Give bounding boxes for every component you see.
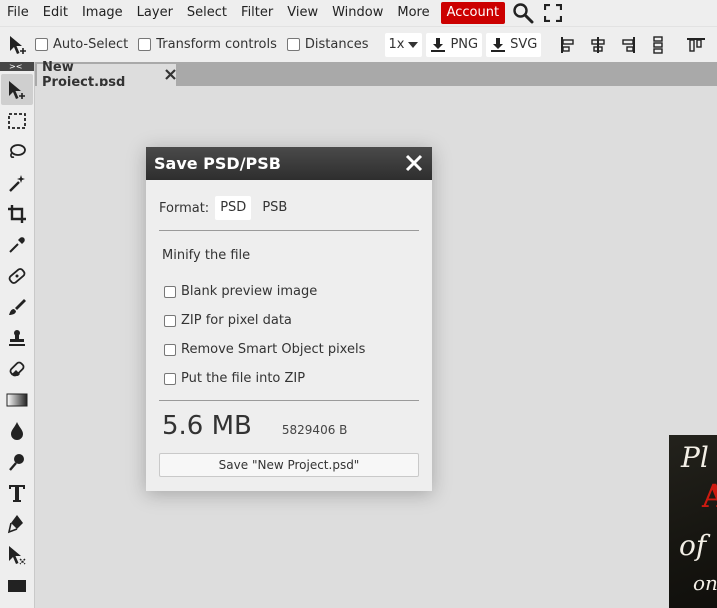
align-buttons (555, 33, 713, 57)
transform-controls-option[interactable]: Transform controls (138, 37, 277, 52)
remove-smart-object-checkbox[interactable] (164, 343, 176, 356)
option-zip-pixel-data[interactable]: ZIP for pixel data (164, 306, 419, 335)
export-png-button[interactable]: PNG (426, 32, 483, 57)
art-text-line1: Pl (681, 441, 709, 474)
menu-filter[interactable]: Filter (234, 0, 280, 26)
menu-view[interactable]: View (280, 0, 325, 26)
auto-select-option[interactable]: Auto-Select (35, 37, 128, 52)
auto-select-label: Auto-Select (53, 37, 129, 52)
put-into-zip-checkbox[interactable] (164, 372, 176, 385)
text-icon[interactable] (1, 477, 33, 508)
minify-options: Blank preview image ZIP for pixel data R… (159, 277, 419, 393)
align-center-icon[interactable] (585, 33, 611, 57)
file-size-bytes: 5829406 B (281, 423, 348, 437)
distances-label: Distances (304, 37, 369, 52)
menu-edit[interactable]: Edit (36, 0, 75, 26)
zoom-select[interactable]: 1x (384, 32, 423, 57)
chevron-down-icon (408, 41, 419, 48)
blur-drop-icon[interactable] (1, 415, 33, 446)
move-arrow-icon (10, 35, 26, 54)
svg-label: SVG (510, 37, 538, 52)
healing-icon[interactable] (1, 260, 33, 291)
auto-select-checkbox[interactable] (35, 38, 48, 51)
png-label: PNG (450, 37, 479, 52)
download-icon (431, 37, 446, 52)
put-into-zip-label: Put the file into ZIP (181, 371, 306, 386)
align-right-icon[interactable] (615, 33, 641, 57)
gradient-icon[interactable] (1, 384, 33, 415)
options-bar: Auto-Select Transform controls Distances… (0, 26, 717, 62)
menu-image[interactable]: Image (75, 0, 130, 26)
menu-window[interactable]: Window (325, 0, 390, 26)
menu-more[interactable]: More (390, 0, 436, 26)
format-row: Format: PSD PSB (159, 196, 419, 220)
dialog-title-bar[interactable]: Save PSD/PSB (146, 147, 432, 180)
document-tab-bar: New Project.psd (35, 60, 717, 90)
menu-file[interactable]: File (0, 0, 36, 26)
format-option-psb[interactable]: PSB (257, 196, 292, 220)
shape-icon[interactable] (1, 570, 33, 601)
option-blank-preview[interactable]: Blank preview image (164, 277, 419, 306)
format-option-psd[interactable]: PSD (215, 196, 252, 220)
fullscreen-icon[interactable] (541, 1, 565, 25)
canvas-artwork: Pl A of on (669, 435, 717, 608)
close-tab-icon[interactable] (165, 66, 176, 84)
divider (159, 400, 419, 401)
option-put-into-zip[interactable]: Put the file into ZIP (164, 364, 419, 393)
distances-option[interactable]: Distances (286, 37, 369, 52)
menu-layer[interactable]: Layer (130, 0, 180, 26)
eraser-icon[interactable] (1, 353, 33, 384)
close-dialog-icon[interactable] (402, 151, 426, 175)
art-text-line4: on (693, 571, 717, 595)
menu-select[interactable]: Select (180, 0, 234, 26)
transform-controls-checkbox[interactable] (138, 38, 152, 51)
search-icon[interactable] (511, 1, 535, 25)
magic-wand-icon[interactable] (1, 167, 33, 198)
crop-icon[interactable] (1, 198, 33, 229)
dialog-title: Save PSD/PSB (154, 154, 281, 173)
transform-controls-label: Transform controls (156, 37, 277, 52)
file-size-human: 5.6 MB (162, 411, 252, 441)
account-button[interactable]: Account (440, 2, 506, 24)
minify-label: Minify the file (162, 248, 251, 263)
save-psd-dialog: Save PSD/PSB Format: PSD PSB Minify the … (146, 147, 432, 491)
blank-preview-label: Blank preview image (181, 284, 318, 299)
distribute-icon[interactable] (645, 33, 671, 57)
lasso-icon[interactable] (1, 136, 33, 167)
eyedropper-icon[interactable] (1, 229, 33, 260)
move-tool-indicator (7, 34, 29, 56)
move-tool-icon[interactable] (1, 74, 33, 105)
zoom-value: 1x (388, 37, 405, 52)
distances-checkbox[interactable] (286, 38, 300, 51)
save-file-button[interactable]: Save "New Project.psd" (159, 453, 419, 477)
option-remove-smart-object[interactable]: Remove Smart Object pixels (164, 335, 419, 364)
format-label: Format: (159, 200, 210, 216)
document-tab[interactable]: New Project.psd (37, 60, 176, 90)
art-text-line2: A (702, 477, 717, 515)
zip-pixel-data-checkbox[interactable] (164, 314, 176, 327)
download-icon (491, 37, 506, 52)
marquee-icon[interactable] (1, 105, 33, 136)
align-left-icon[interactable] (555, 33, 581, 57)
stamp-icon[interactable] (1, 322, 33, 353)
pen-icon[interactable] (1, 508, 33, 539)
path-select-icon[interactable] (1, 539, 33, 570)
tools-panel: >< (0, 62, 35, 608)
menu-bar: File Edit Image Layer Select Filter View… (0, 0, 717, 26)
dialog-body: Format: PSD PSB Minify the file Blank pr… (146, 196, 432, 477)
zip-pixel-data-label: ZIP for pixel data (181, 313, 292, 328)
art-text-line3: of (679, 529, 707, 562)
align-top-icon[interactable] (683, 33, 709, 57)
export-svg-button[interactable]: SVG (486, 32, 542, 57)
collapse-toolbar-button[interactable]: >< (0, 62, 34, 71)
divider (159, 230, 419, 231)
remove-smart-object-label: Remove Smart Object pixels (181, 342, 366, 357)
dodge-icon[interactable] (1, 446, 33, 477)
brush-icon[interactable] (1, 291, 33, 322)
file-size-row: 5.6 MB 5829406 B (162, 411, 419, 441)
blank-preview-checkbox[interactable] (164, 285, 176, 298)
